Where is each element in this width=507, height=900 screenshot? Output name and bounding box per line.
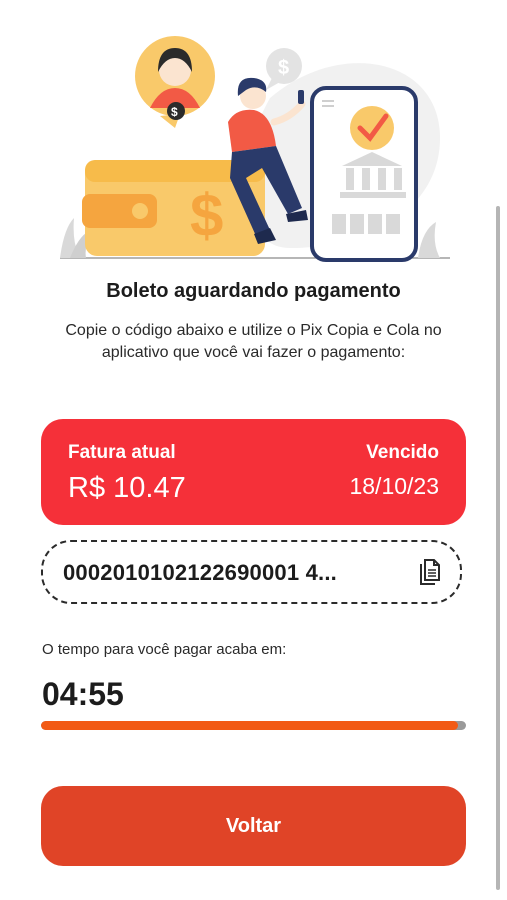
payment-illustration: $ $ $ xyxy=(60,36,450,262)
timer-label: O tempo para você pagar acaba em: xyxy=(42,641,287,658)
pix-code-box[interactable]: 0002010102122690001 4... xyxy=(41,540,462,604)
scrollbar[interactable] xyxy=(496,206,500,890)
pix-code-text[interactable]: 0002010102122690001 4... xyxy=(63,560,337,586)
due-date: 18/10/23 xyxy=(349,473,439,499)
copy-document-icon[interactable] xyxy=(420,559,440,585)
countdown-progress-bar xyxy=(41,721,466,730)
svg-text:$: $ xyxy=(190,182,223,249)
invoice-label: Fatura atual xyxy=(68,442,176,463)
page-title: Boleto aguardando pagamento xyxy=(106,280,401,302)
svg-text:$: $ xyxy=(278,57,289,79)
due-status-label: Vencido xyxy=(366,442,439,463)
invoice-card: Fatura atual R$ 10.47 Vencido 18/10/23 xyxy=(41,419,466,525)
invoice-amount: R$ 10.47 xyxy=(68,472,186,504)
countdown-timer: 04:55 xyxy=(42,676,124,712)
instructions-text: Copie o código abaixo e utilize o Pix Co… xyxy=(65,322,442,361)
countdown-progress-fill xyxy=(41,721,458,730)
back-button[interactable]: Voltar xyxy=(41,786,466,866)
svg-text:$: $ xyxy=(171,105,178,119)
